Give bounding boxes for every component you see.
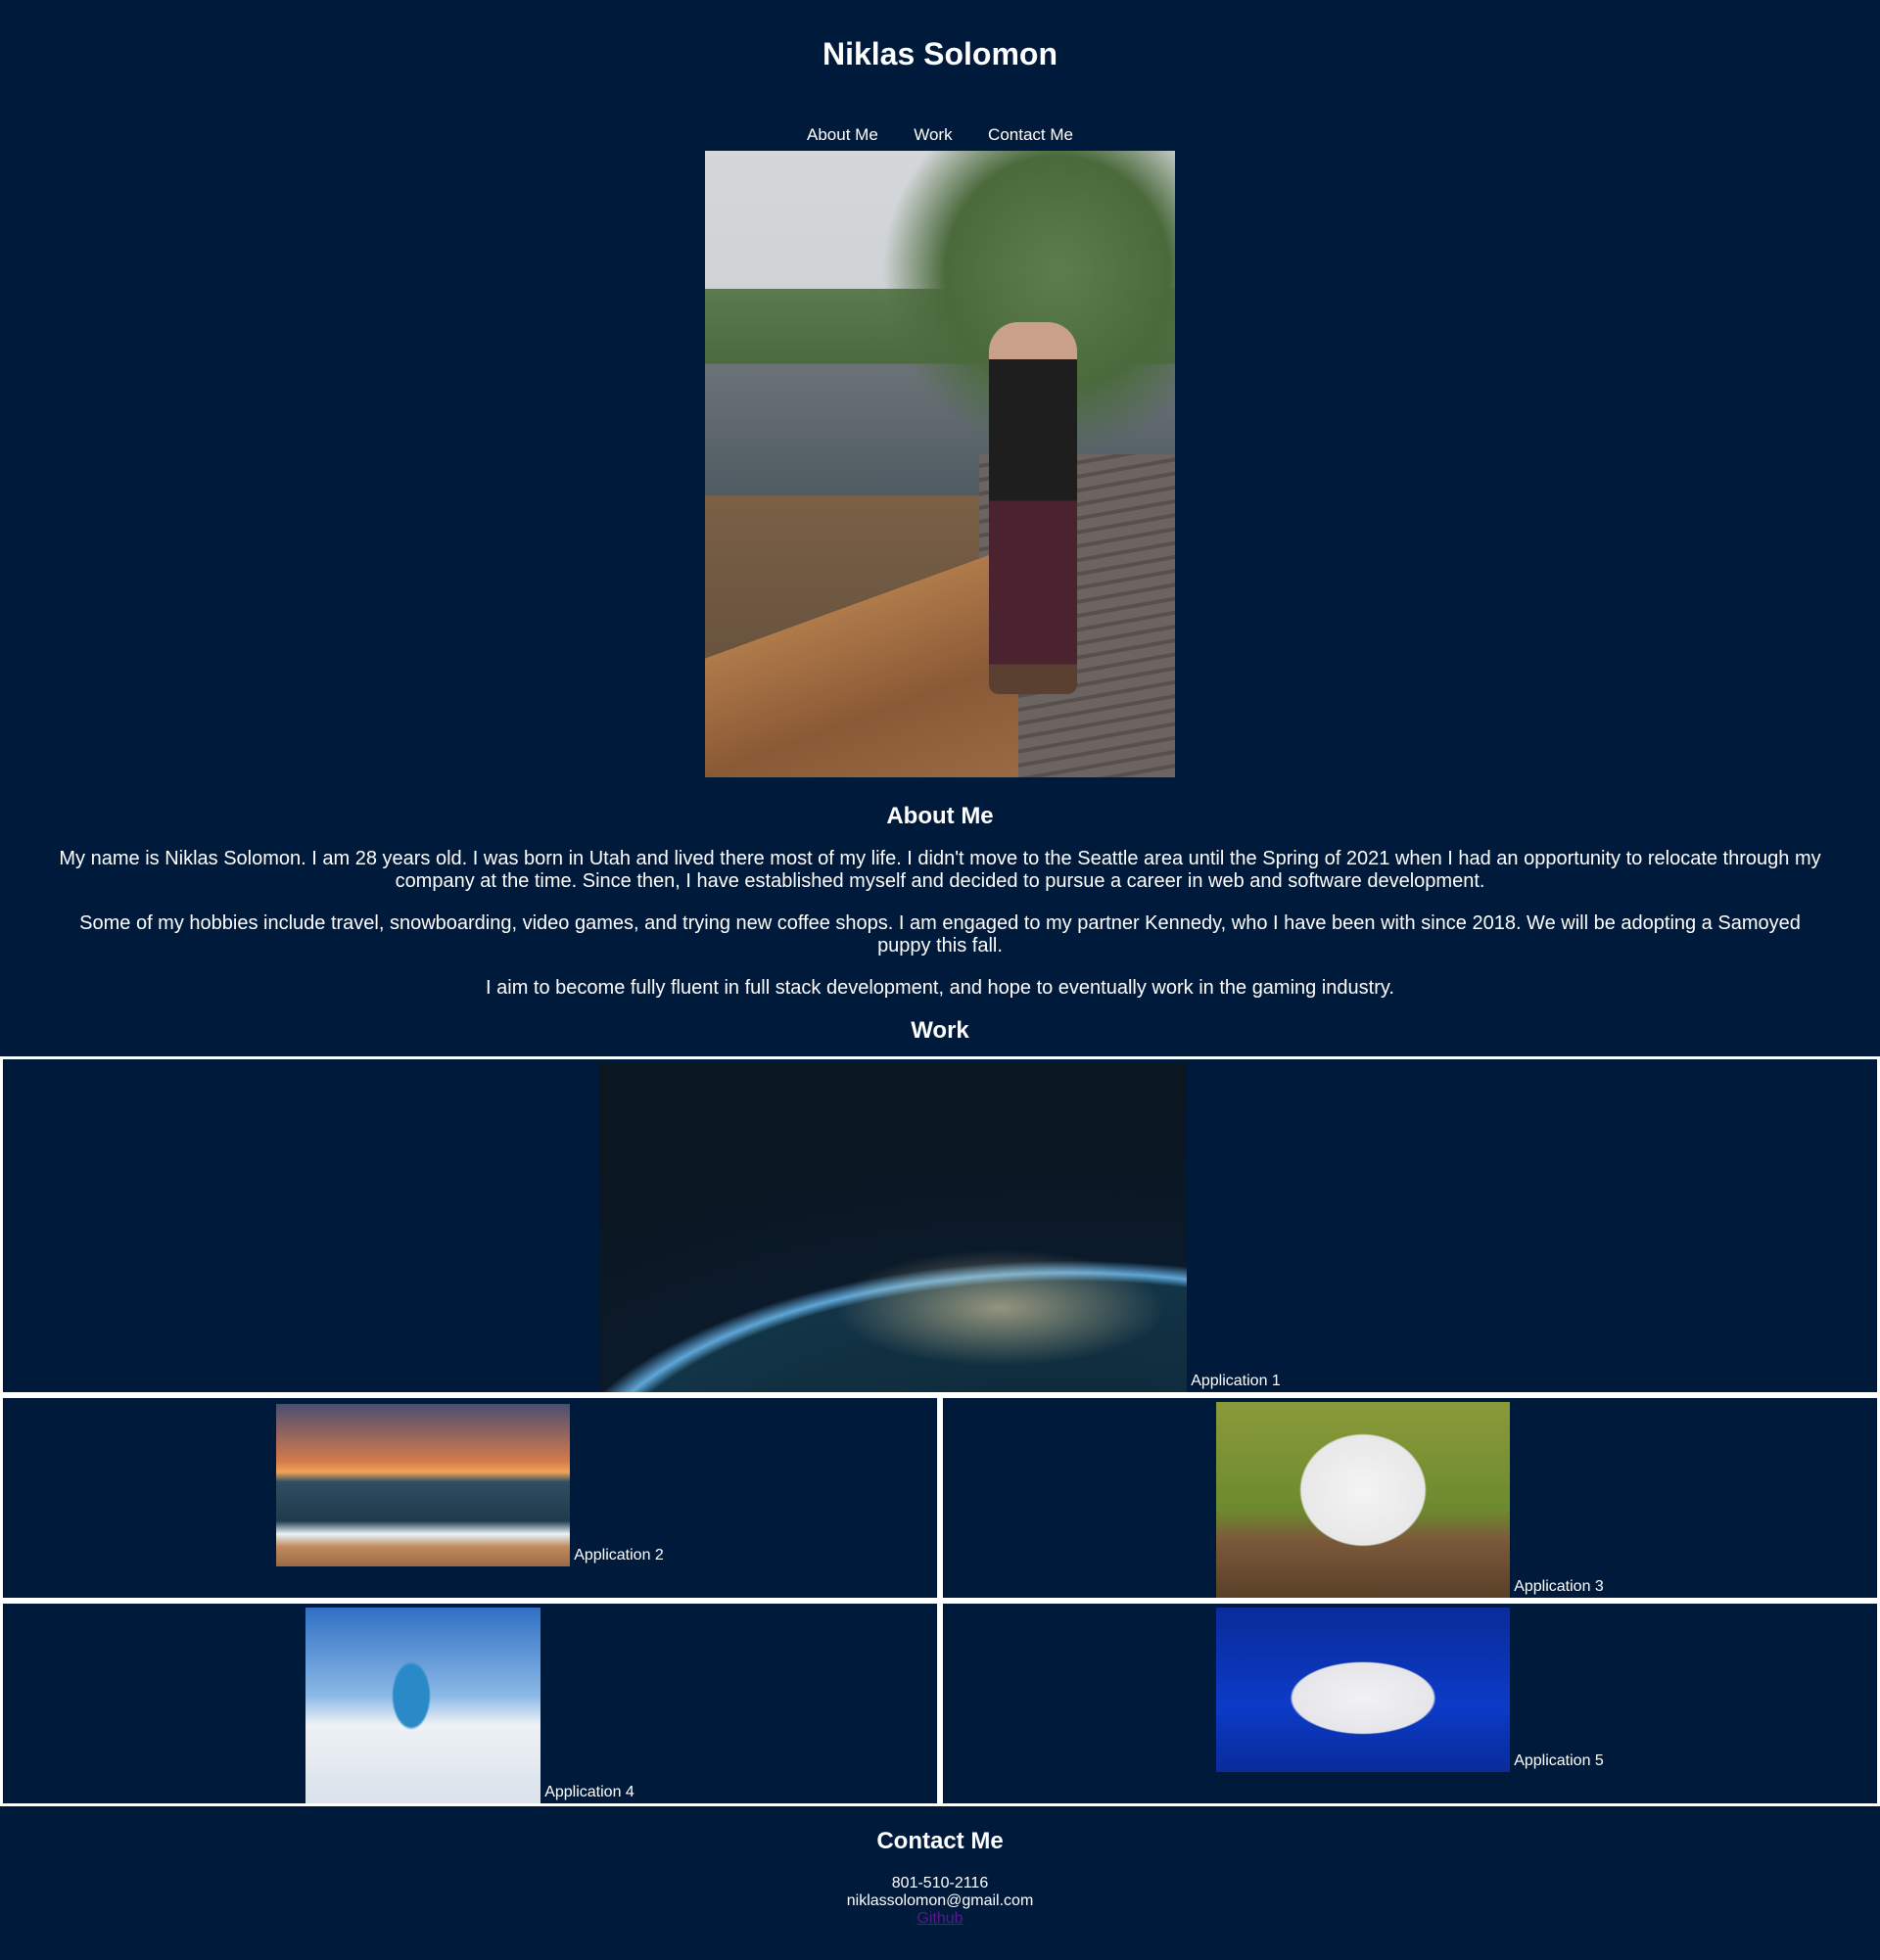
application-2-caption: Application 2 — [574, 1547, 664, 1563]
about-section: About Me My name is Niklas Solomon. I am… — [0, 803, 1880, 1000]
photo-person — [989, 322, 1077, 694]
work-row: Application 1 — [0, 1056, 1880, 1395]
work-section: Work Application 1 Application 2 Applica… — [0, 1017, 1880, 1806]
site-header: Niklas Solomon About Me Work Contact Me — [0, 0, 1880, 151]
nav-link-work[interactable]: Work — [914, 125, 952, 145]
application-4-caption: Application 4 — [544, 1784, 634, 1800]
work-title: Work — [911, 1017, 969, 1044]
application-3-caption: Application 3 — [1514, 1578, 1604, 1595]
application-card-4[interactable]: Application 4 — [0, 1601, 940, 1806]
about-paragraph: My name is Niklas Solomon. I am 28 years… — [59, 848, 1821, 892]
application-2-image[interactable] — [276, 1404, 571, 1566]
main-nav: About Me Work Contact Me — [0, 125, 1880, 151]
application-3-image[interactable] — [1216, 1402, 1511, 1598]
contact-phone: 801-510-2116 — [891, 1875, 989, 1891]
about-title: About Me — [886, 803, 994, 829]
work-row: Application 4 Application 5 — [0, 1601, 1880, 1806]
work-row: Application 2 Application 3 — [0, 1395, 1880, 1601]
github-link[interactable]: Github — [916, 1910, 963, 1927]
contact-email: niklassolomon@gmail.com — [846, 1892, 1034, 1909]
application-card-3[interactable]: Application 3 — [940, 1395, 1880, 1601]
application-card-2[interactable]: Application 2 — [0, 1395, 940, 1601]
about-paragraph: I aim to become fully fluent in full sta… — [486, 977, 1394, 999]
work-grid: Application 1 Application 2 Application … — [0, 1056, 1880, 1806]
application-5-caption: Application 5 — [1514, 1752, 1604, 1769]
application-card-1[interactable]: Application 1 — [0, 1056, 1880, 1395]
contact-title: Contact Me — [876, 1828, 1004, 1854]
nav-link-contact-me[interactable]: Contact Me — [988, 125, 1073, 145]
contact-section: Contact Me 801-510-2116 niklassolomon@gm… — [0, 1828, 1880, 1928]
application-4-image[interactable] — [306, 1608, 541, 1803]
about-paragraph: Some of my hobbies include travel, snowb… — [79, 912, 1801, 957]
profile-photo — [705, 151, 1175, 777]
application-5-image[interactable] — [1216, 1608, 1511, 1772]
application-1-caption: Application 1 — [1191, 1373, 1281, 1389]
application-card-5[interactable]: Application 5 — [940, 1601, 1880, 1806]
nav-link-about-me[interactable]: About Me — [807, 125, 878, 145]
site-title: Niklas Solomon — [822, 36, 1058, 71]
photo-railing — [705, 503, 1018, 777]
application-1-image[interactable] — [599, 1063, 1188, 1392]
